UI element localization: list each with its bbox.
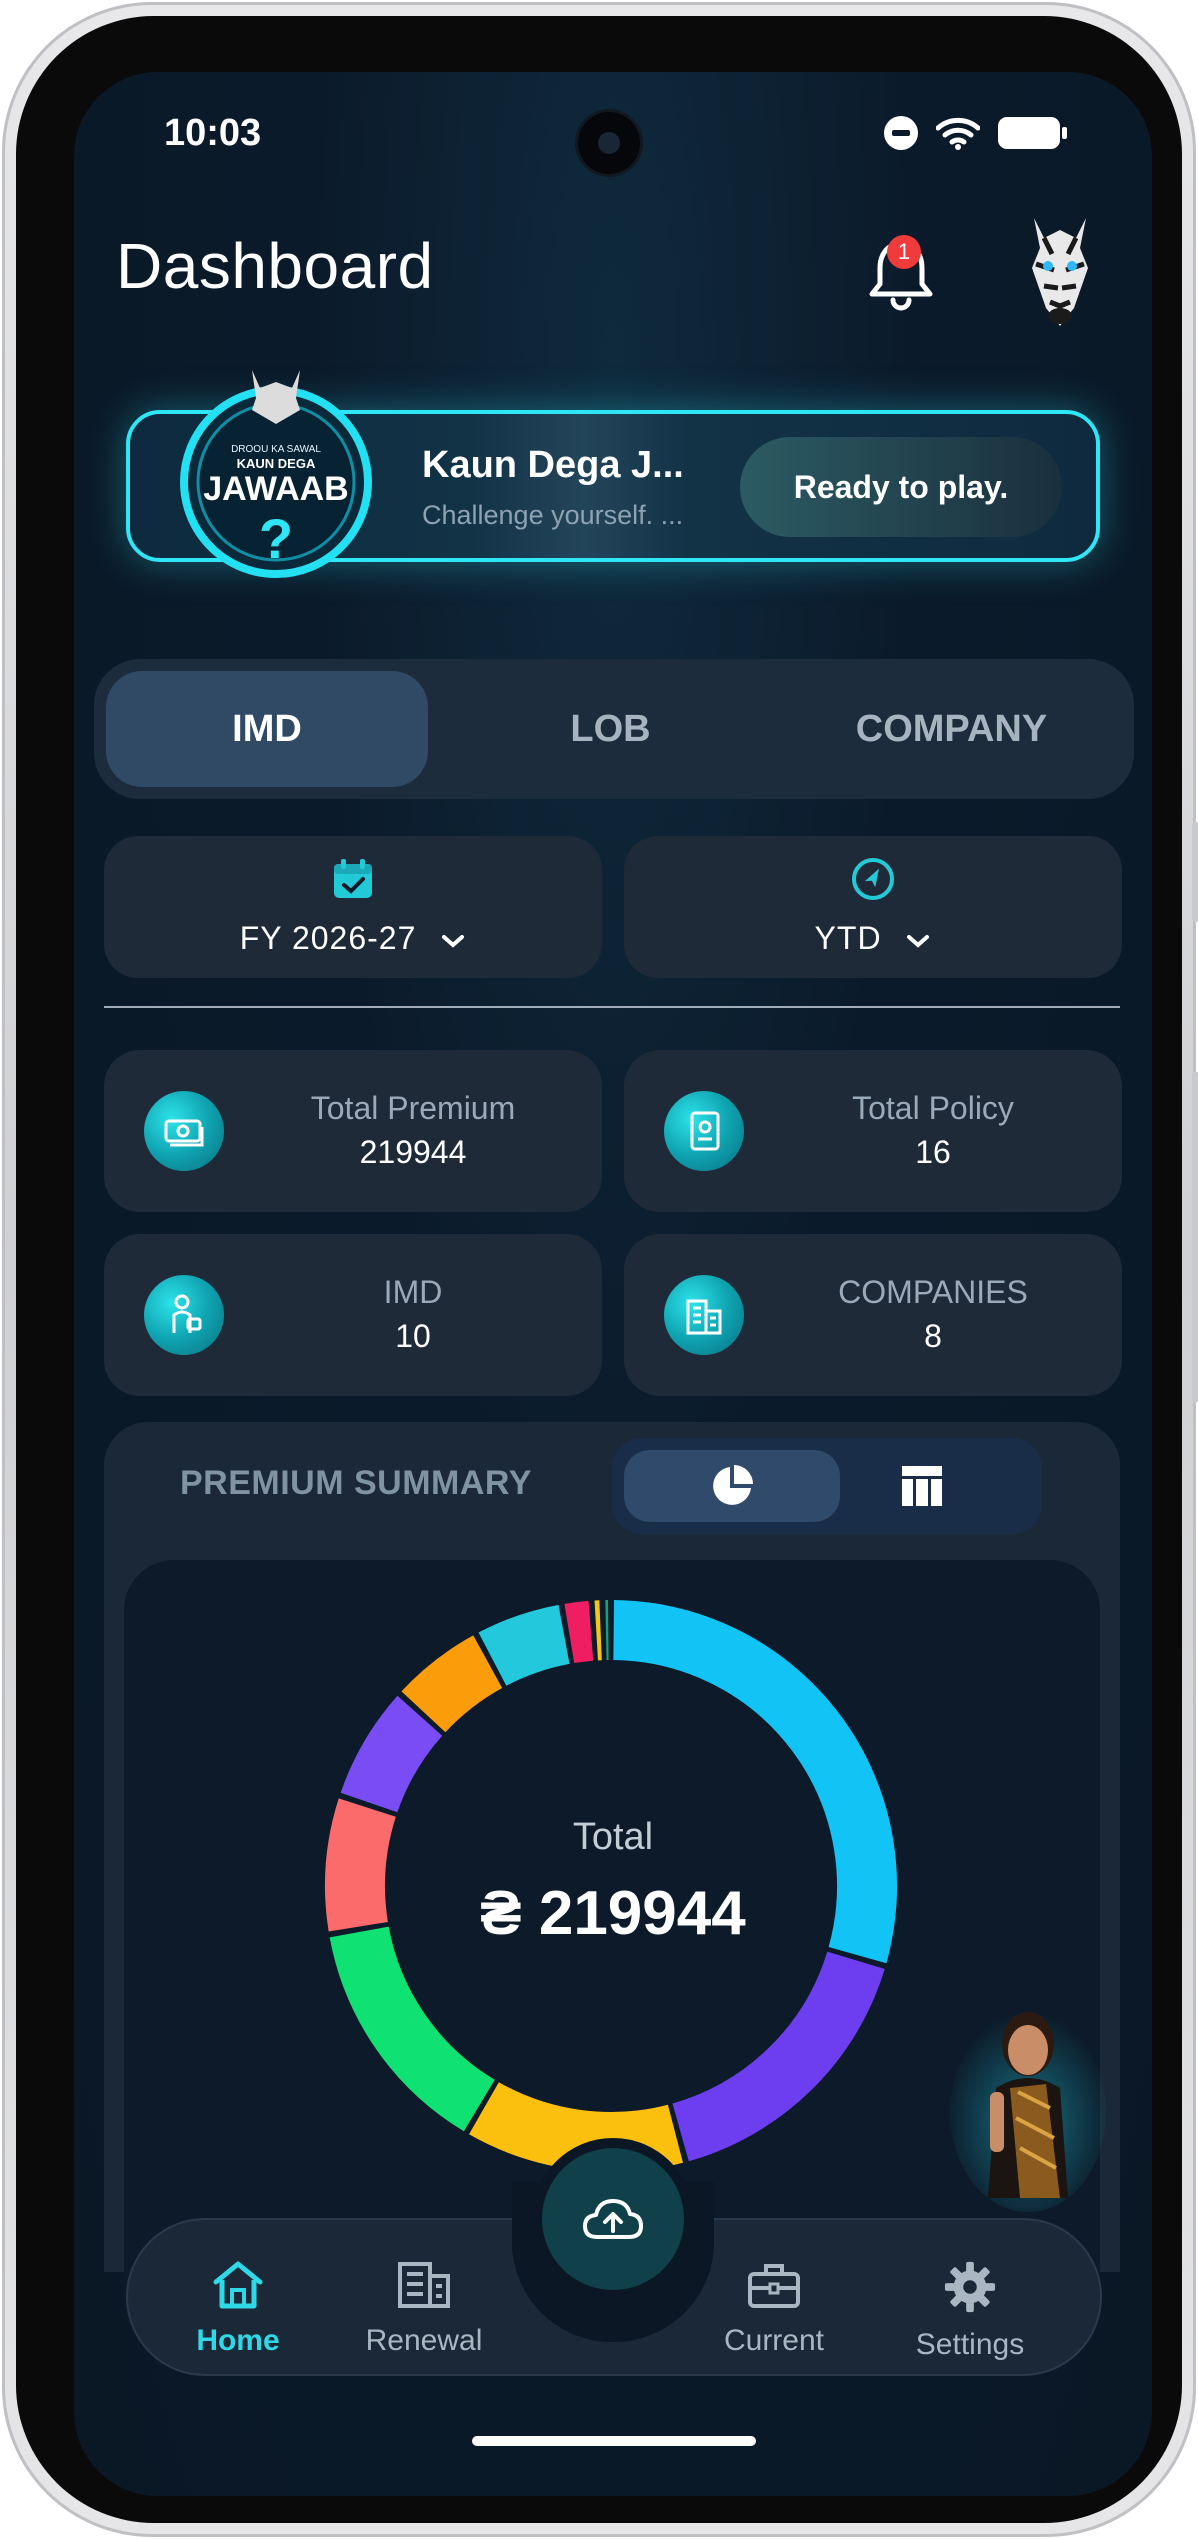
pie-chart-icon bbox=[713, 1465, 753, 1505]
stat-value: 219944 bbox=[359, 1134, 467, 1170]
battery-icon bbox=[998, 117, 1067, 149]
logo-text-main: JAWAAB bbox=[203, 470, 348, 508]
screen: 10:03 Dashboard 1 DROOU KA SAWAL KAUN DE… bbox=[74, 72, 1152, 2496]
stat-card-total-policy[interactable]: Total Policy 16 bbox=[624, 1050, 1122, 1212]
avatar[interactable] bbox=[1014, 208, 1106, 328]
stat-value: 8 bbox=[924, 1318, 942, 1354]
period-value: YTD bbox=[624, 920, 1122, 957]
chevron-down-icon bbox=[442, 934, 465, 948]
home-icon bbox=[213, 2261, 263, 2309]
phone-frame: 10:03 Dashboard 1 DROOU KA SAWAL KAUN DE… bbox=[2, 2, 1198, 2537]
briefcase-icon bbox=[748, 2264, 800, 2308]
status-icons bbox=[884, 116, 1067, 150]
calendar-check-icon bbox=[334, 859, 372, 898]
pie-chart-view-button[interactable] bbox=[624, 1450, 840, 1522]
page-title: Dashboard bbox=[116, 230, 434, 302]
money-icon bbox=[144, 1091, 224, 1171]
logo-text-mid: KAUN DEGA bbox=[237, 456, 316, 471]
stat-card-total-premium[interactable]: Total Premium 219944 bbox=[104, 1050, 602, 1212]
nav-label: Renewal bbox=[365, 2324, 483, 2357]
nav-label: Home bbox=[196, 2324, 280, 2357]
banner-subtitle: Challenge yourself. ... bbox=[422, 500, 684, 530]
premium-summary-title: PREMIUM SUMMARY bbox=[180, 1464, 532, 1502]
logo-text-top: DROOU KA SAWAL bbox=[231, 444, 321, 455]
phone-bezel: 10:03 Dashboard 1 DROOU KA SAWAL KAUN DE… bbox=[16, 16, 1182, 2523]
cloud-upload-icon bbox=[583, 2199, 643, 2239]
stat-card-imd[interactable]: IMD 10 bbox=[104, 1234, 602, 1396]
segment-tabs: IMD LOB COMPANY bbox=[94, 659, 1134, 799]
period-dropdown[interactable]: YTD bbox=[624, 836, 1122, 978]
stat-value: 16 bbox=[915, 1134, 951, 1170]
ready-to-play-button[interactable]: Ready to play. bbox=[740, 437, 1062, 537]
buildings-icon bbox=[664, 1275, 744, 1355]
chevron-down-icon bbox=[907, 934, 930, 948]
divider bbox=[104, 1006, 1120, 1008]
nav-home[interactable]: Home bbox=[158, 2260, 318, 2358]
policy-document-icon bbox=[664, 1091, 744, 1171]
building-list-icon bbox=[398, 2262, 450, 2308]
table-icon bbox=[902, 1466, 942, 1506]
assistant-avatar[interactable] bbox=[950, 1988, 1106, 2212]
stat-label: COMPANIES bbox=[838, 1274, 1028, 1310]
gear-icon bbox=[944, 2261, 996, 2313]
status-time: 10:03 bbox=[164, 112, 262, 154]
fiscal-year-dropdown[interactable]: FY 2026-27 bbox=[104, 836, 602, 978]
notification-badge: 1 bbox=[887, 235, 921, 269]
compass-icon bbox=[852, 858, 894, 900]
jawaab-logo: DROOU KA SAWAL KAUN DEGA JAWAAB ? bbox=[180, 370, 372, 578]
fiscal-year-value: FY 2026-27 bbox=[104, 920, 602, 957]
nav-label: Current bbox=[723, 2324, 825, 2357]
power-button bbox=[1192, 1072, 1198, 1402]
stat-card-companies[interactable]: COMPANIES 8 bbox=[624, 1234, 1122, 1396]
upload-fab[interactable] bbox=[542, 2148, 684, 2290]
banner-title: Kaun Dega J... bbox=[422, 444, 684, 486]
stat-label: IMD bbox=[383, 1274, 443, 1310]
home-indicator bbox=[472, 2436, 756, 2446]
wifi-icon bbox=[936, 117, 980, 150]
stat-value: 10 bbox=[395, 1318, 431, 1354]
chart-total-value: ₴ 219944 bbox=[480, 1879, 746, 1948]
tab-imd[interactable]: IMD bbox=[106, 671, 428, 787]
do-not-disturb-icon bbox=[884, 116, 918, 150]
svg-text:?: ? bbox=[259, 507, 293, 570]
chart-total-label: Total bbox=[572, 1816, 654, 1858]
view-toggle bbox=[612, 1438, 1042, 1534]
nav-renewal[interactable]: Renewal bbox=[344, 2260, 504, 2358]
front-camera bbox=[578, 112, 640, 174]
agent-icon bbox=[144, 1275, 224, 1355]
stat-label: Total Policy bbox=[852, 1090, 1014, 1126]
tab-company[interactable]: COMPANY bbox=[781, 671, 1122, 787]
nav-settings[interactable]: Settings bbox=[890, 2260, 1050, 2362]
tab-lob[interactable]: LOB bbox=[440, 671, 781, 787]
nav-current[interactable]: Current bbox=[694, 2260, 854, 2358]
nav-label: Settings bbox=[915, 2328, 1025, 2361]
volume-button bbox=[1192, 822, 1198, 922]
table-view-button[interactable] bbox=[814, 1450, 1030, 1522]
stat-label: Total Premium bbox=[310, 1090, 516, 1126]
